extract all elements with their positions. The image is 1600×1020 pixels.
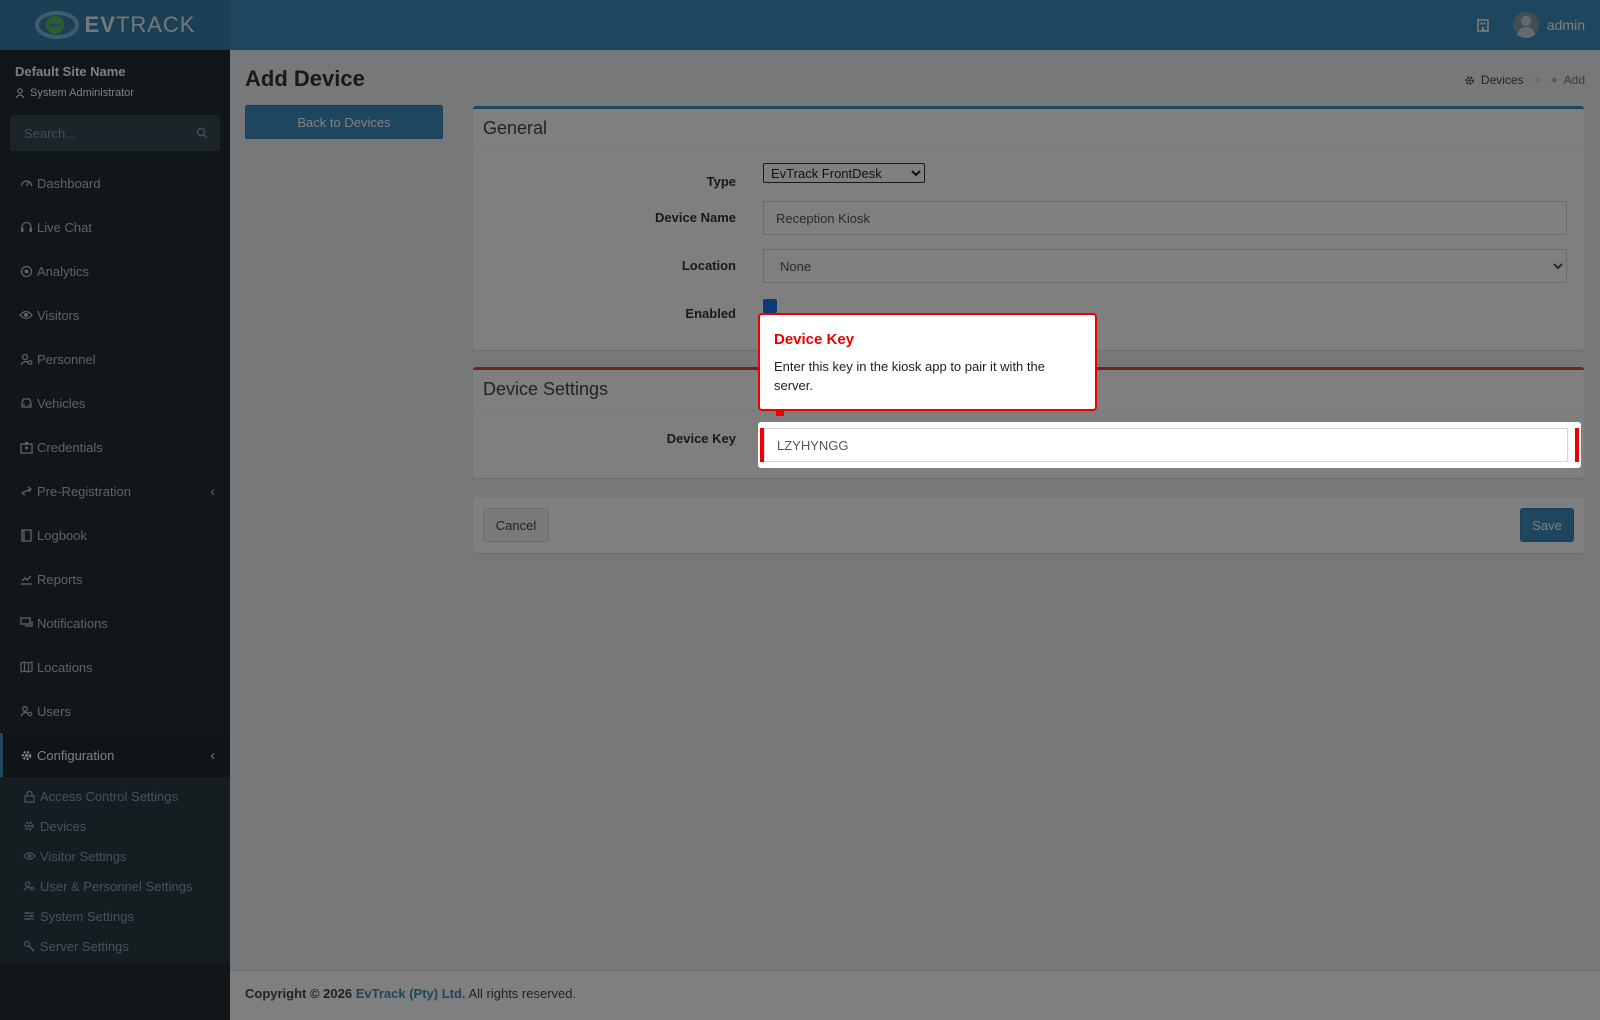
- tooltip-body: Enter this key in the kiosk app to pair …: [774, 359, 1045, 393]
- tour-tooltip: Device Key Enter this key in the kiosk a…: [758, 313, 1097, 416]
- device-key-input[interactable]: [764, 428, 1568, 462]
- tour-overlay[interactable]: [0, 0, 1600, 1020]
- tooltip-arrow: [776, 410, 784, 416]
- highlight-bar-right: [1575, 428, 1579, 462]
- tooltip-title: Device Key: [774, 331, 855, 348]
- tour-highlight: [758, 422, 1581, 468]
